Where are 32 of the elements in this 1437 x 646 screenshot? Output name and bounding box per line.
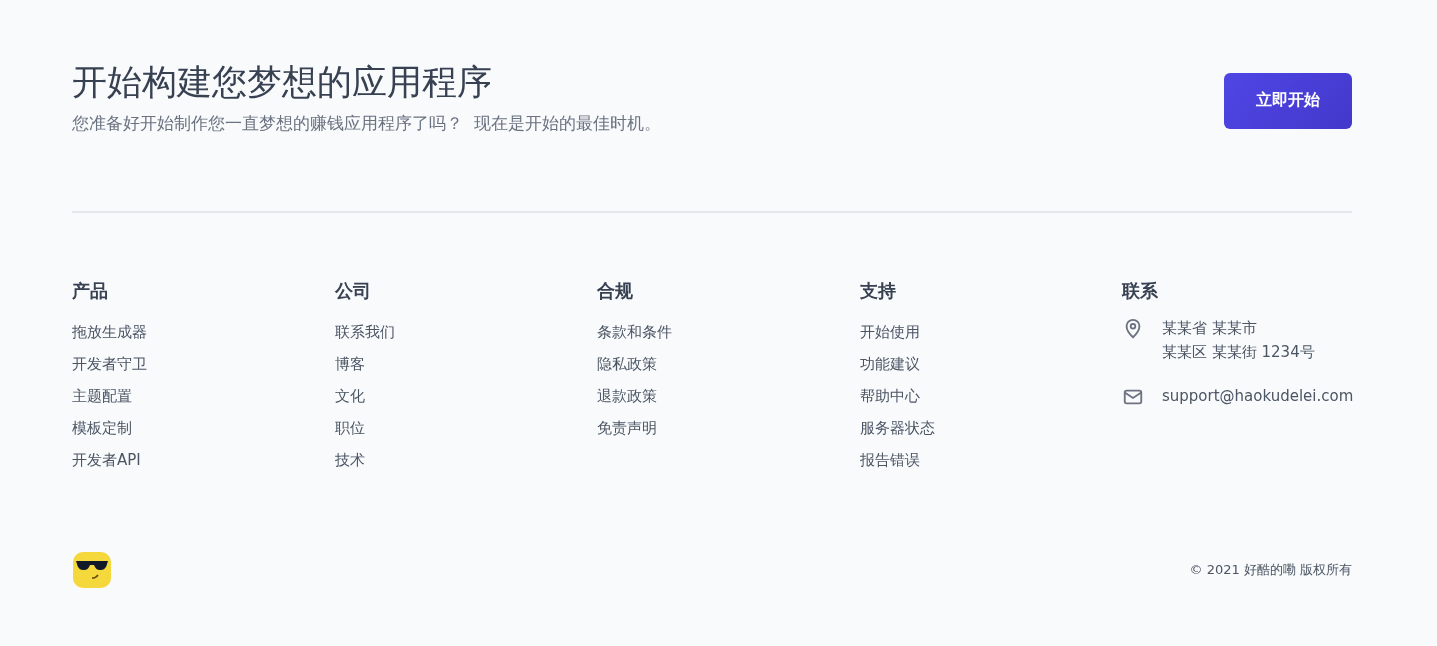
footer-link[interactable]: 功能建议 [859,348,920,380]
cta-heading: 开始构建您梦想的应用程序 [72,61,493,104]
cta-subtitle: 您准备好开始制作您一直梦想的赚钱应用程序了吗？ 现在是开始的最佳时机。 [72,112,661,135]
footer-link[interactable]: 拖放生成器 [72,316,147,348]
footer-link[interactable]: 开发者守卫 [72,348,147,380]
footer-link[interactable]: 职位 [334,412,365,444]
footer-link[interactable]: 隐私政策 [597,348,657,380]
footer-link[interactable]: 开发者API [72,444,141,476]
copyright-text: © 2021 好酷的嘞 版权所有 [1189,561,1352,579]
footer-link[interactable]: 模板定制 [72,412,132,444]
sunglasses-emoji-logo [72,551,112,589]
column-heading: 支持 [859,279,896,303]
footer-link[interactable]: 报告错误 [859,444,920,476]
footer-link[interactable]: 联系我们 [334,316,395,348]
footer-link[interactable]: 帮助中心 [859,380,920,412]
footer-link[interactable]: 服务器状态 [859,412,935,444]
address-line: 某某区 某某街 1234号 [1162,342,1315,363]
footer-link[interactable]: 技术 [334,444,365,476]
email-link[interactable]: support@haokudelei.com [1162,384,1354,408]
column-heading: 合规 [597,279,633,303]
get-started-button[interactable]: 立即开始 [1224,72,1352,129]
column-heading: 联系 [1122,279,1158,303]
footer-link[interactable]: 主题配置 [72,380,132,412]
column-heading: 公司 [334,279,371,303]
footer-link[interactable]: 免责声明 [597,412,657,444]
column-heading: 产品 [72,279,108,303]
footer-link[interactable]: 开始使用 [859,316,920,348]
address-line: 某某省 某某市 [1162,318,1257,339]
footer-link[interactable]: 文化 [334,380,365,412]
footer-link[interactable]: 退款政策 [597,380,657,412]
footer-link[interactable]: 条款和条件 [597,316,672,348]
footer-link[interactable]: 博客 [334,348,365,380]
